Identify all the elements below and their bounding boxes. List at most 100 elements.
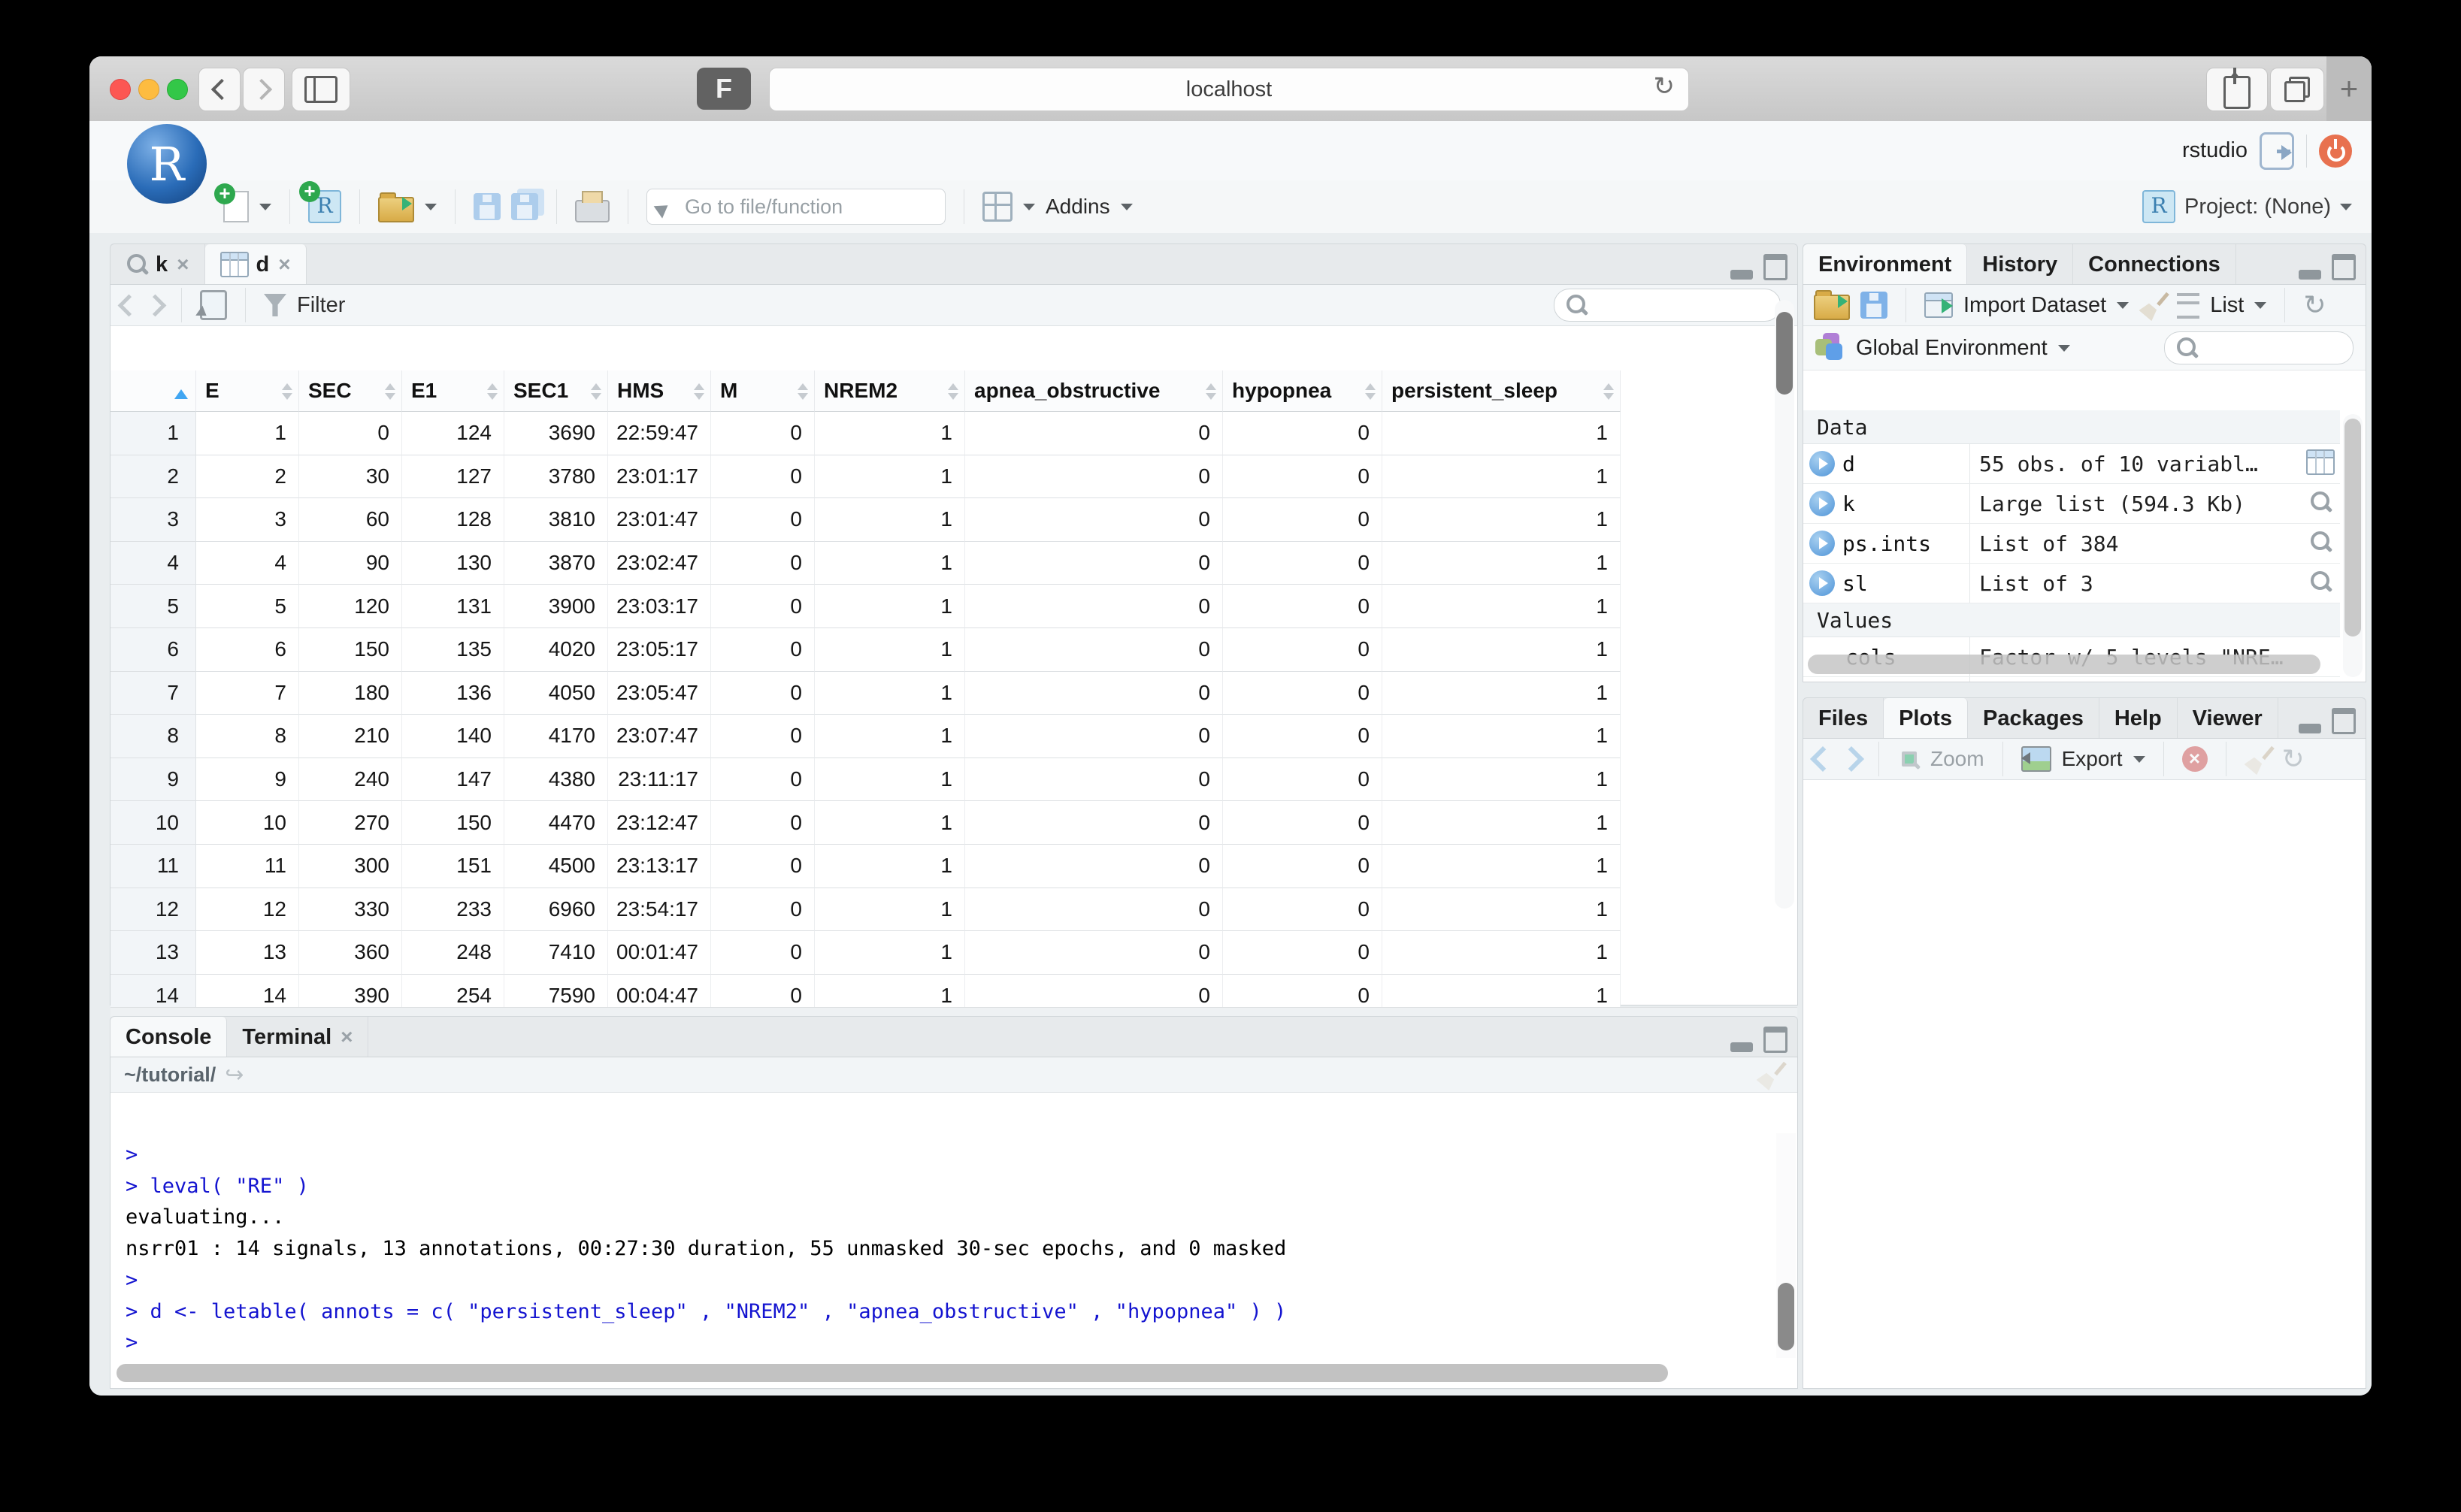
sort-arrows-icon[interactable] <box>1603 378 1614 405</box>
table-vertical-scrollbar[interactable] <box>1775 300 1794 909</box>
addins-button[interactable]: Addins <box>1046 195 1110 219</box>
maximize-pane-icon[interactable] <box>2332 254 2356 280</box>
inspect-icon[interactable] <box>2309 570 2332 594</box>
chevron-down-icon[interactable] <box>2254 302 2266 315</box>
table-row[interactable]: 1313360248741000:01:4701001 <box>110 931 1623 975</box>
load-workspace-icon[interactable] <box>1814 295 1850 320</box>
minimize-pane-icon[interactable] <box>2299 724 2321 733</box>
chevron-down-icon[interactable] <box>2117 302 2129 315</box>
chevron-down-icon[interactable] <box>2133 756 2145 769</box>
inspect-icon[interactable] <box>2309 490 2332 514</box>
zoom-plot-button[interactable]: Zoom <box>1930 747 1984 771</box>
browser-forward-button[interactable] <box>243 68 285 111</box>
environment-object-k[interactable]: kLarge list (594.3 Kb) <box>1803 484 2340 524</box>
table-row[interactable]: 77180136405023:05:4701001 <box>110 672 1623 715</box>
environment-object-ps[interactable]: psnum [1:1364] 0 0 0 0 0 … <box>1803 677 2340 682</box>
environment-tab-environment[interactable]: Environment <box>1803 244 1967 285</box>
environment-tab-history[interactable]: History <box>1967 244 2073 285</box>
maximize-pane-icon[interactable] <box>2332 708 2356 734</box>
reload-icon[interactable]: ↻ <box>1654 71 1675 101</box>
filter-button[interactable]: Filter <box>297 293 345 318</box>
sort-arrows-icon[interactable] <box>591 378 601 405</box>
column-header-SEC[interactable]: SEC <box>299 370 402 412</box>
expand-icon[interactable] <box>1809 570 1835 596</box>
import-dataset-icon[interactable] <box>1924 292 1953 318</box>
browser-back-button[interactable] <box>198 68 241 111</box>
save-icon[interactable] <box>474 193 501 220</box>
environment-horizontal-scrollbar[interactable] <box>1808 655 2320 674</box>
list-view-button[interactable]: List <box>2210 293 2244 318</box>
column-header-E1[interactable]: E1 <box>402 370 504 412</box>
close-icon[interactable]: × <box>341 1025 353 1049</box>
scrollbar-thumb[interactable] <box>1808 655 2320 674</box>
minimize-pane-icon[interactable] <box>2299 270 2321 280</box>
open-file-icon[interactable] <box>378 197 414 222</box>
tab-overview-button[interactable] <box>2270 68 2324 111</box>
sort-arrows-icon[interactable] <box>1206 378 1216 405</box>
maximize-pane-icon[interactable] <box>1763 254 1787 280</box>
sort-arrows-icon[interactable] <box>1365 378 1376 405</box>
scrollbar-thumb[interactable] <box>117 1364 1668 1382</box>
expand-icon[interactable] <box>1809 491 1835 516</box>
list-view-icon[interactable] <box>2177 293 2199 319</box>
favicon-button[interactable]: F <box>697 68 751 110</box>
plots-tab-viewer[interactable]: Viewer <box>2178 698 2278 739</box>
table-row[interactable]: 110124369022:59:4701001 <box>110 412 1623 455</box>
console-horizontal-scrollbar[interactable] <box>117 1364 1767 1382</box>
export-plot-icon[interactable] <box>2021 746 2051 772</box>
scope-selector[interactable]: Global Environment <box>1856 336 2048 361</box>
new-tab-button[interactable]: + <box>2326 56 2372 121</box>
close-icon[interactable]: × <box>177 253 189 277</box>
remove-plot-icon[interactable]: × <box>2182 746 2208 772</box>
table-row[interactable]: 3360128381023:01:4701001 <box>110 498 1623 542</box>
viewer-search-box[interactable] <box>1554 289 1781 322</box>
clear-console-icon[interactable] <box>1757 1061 1784 1088</box>
workspace-panes-icon[interactable] <box>982 192 1013 222</box>
scrollbar-thumb[interactable] <box>1776 312 1793 395</box>
column-header-E[interactable]: E <box>196 370 299 412</box>
table-row[interactable]: 4490130387023:02:4701001 <box>110 542 1623 585</box>
refresh-icon[interactable]: ↻ <box>2303 292 2326 319</box>
sort-arrows-icon[interactable] <box>694 378 704 405</box>
column-header-hypopnea[interactable]: hypopnea <box>1223 370 1382 412</box>
column-header-apnea_obstructive[interactable]: apnea_obstructive <box>965 370 1223 412</box>
sign-out-icon[interactable] <box>2260 132 2294 170</box>
viewer-search-input[interactable] <box>1594 293 1769 318</box>
column-header-NREM2[interactable]: NREM2 <box>815 370 965 412</box>
zoom-window-button[interactable] <box>167 79 188 100</box>
sort-arrows-icon[interactable] <box>798 378 808 405</box>
new-project-icon[interactable]: R <box>308 190 341 223</box>
sort-arrows-icon[interactable] <box>487 378 498 405</box>
open-in-new-window-icon[interactable] <box>200 290 227 320</box>
table-row[interactable]: 88210140417023:07:4701001 <box>110 715 1623 758</box>
column-header-M[interactable]: M <box>711 370 815 412</box>
export-plot-button[interactable]: Export <box>2062 747 2123 771</box>
chevron-down-icon[interactable] <box>1121 204 1133 216</box>
scrollbar-thumb[interactable] <box>2344 419 2361 637</box>
chevron-down-icon[interactable] <box>425 204 437 216</box>
scrollbar-thumb[interactable] <box>1778 1283 1794 1350</box>
table-row[interactable]: 1010270150447023:12:4701001 <box>110 801 1623 845</box>
column-header-HMS[interactable]: HMS <box>608 370 711 412</box>
plots-tab-packages[interactable]: Packages <box>1968 698 2099 739</box>
share-button[interactable] <box>2206 68 2268 111</box>
minimize-window-button[interactable] <box>138 79 159 100</box>
new-file-icon[interactable] <box>223 191 249 222</box>
project-menu[interactable]: R Project: (None) <box>2142 180 2352 233</box>
environment-object-sl[interactable]: slList of 3 <box>1803 564 2340 603</box>
clear-environment-icon[interactable] <box>2139 292 2166 319</box>
column-header-SEC1[interactable]: SEC1 <box>504 370 608 412</box>
power-icon[interactable] <box>2319 135 2352 168</box>
environment-vertical-scrollbar[interactable] <box>2343 414 2363 677</box>
table-row[interactable]: 1212330233696023:54:1701001 <box>110 888 1623 932</box>
table-row[interactable]: 2230127378023:01:1701001 <box>110 455 1623 499</box>
column-header-persistent_sleep[interactable]: persistent_sleep <box>1382 370 1621 412</box>
console-tab-console[interactable]: Console <box>110 1017 227 1057</box>
environment-search-box[interactable] <box>2164 331 2354 364</box>
goto-file-box[interactable] <box>646 189 946 225</box>
table-row[interactable]: 66150135402023:05:1701001 <box>110 628 1623 672</box>
import-dataset-button[interactable]: Import Dataset <box>1963 293 2106 318</box>
clear-plots-icon[interactable] <box>2245 745 2272 773</box>
goto-directory-icon[interactable]: ↪ <box>225 1062 244 1088</box>
chevron-down-icon[interactable] <box>1023 204 1035 216</box>
